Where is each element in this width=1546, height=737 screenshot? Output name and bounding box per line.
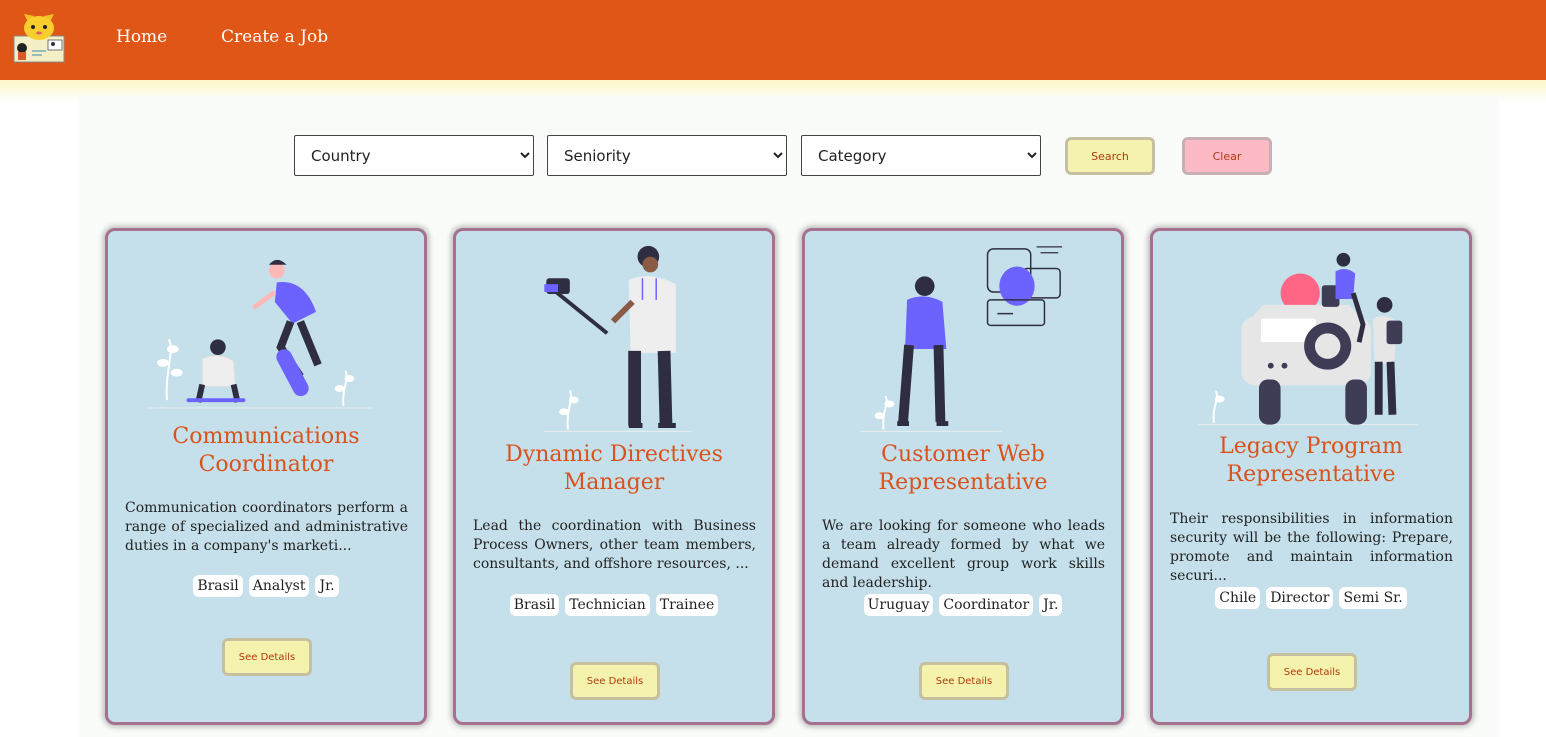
see-details-button[interactable]: See Details (222, 638, 312, 676)
seniority-tag: Coordinator (939, 594, 1034, 616)
job-tags: Brasil Analyst Jr. (138, 575, 394, 597)
jeep-travelers-illustration-icon (1198, 252, 1418, 426)
clear-button[interactable]: Clear (1182, 137, 1272, 175)
seniority-tag: Technician (565, 594, 650, 616)
category-select[interactable]: Category (801, 135, 1041, 176)
job-description: Communication coordinators perform a ran… (125, 500, 408, 554)
web-representative-illustration-icon (859, 246, 1063, 432)
level-tag: Jr. (315, 575, 339, 597)
level-tag: Trainee (655, 594, 719, 616)
seniority-tag: Director (1266, 587, 1334, 609)
job-description: Lead the coordination with Business Proc… (473, 518, 756, 572)
job-card: Customer Web Representative We are looki… (802, 228, 1124, 725)
job-card: Dynamic Directives Manager Lead the coor… (453, 228, 775, 725)
seniority-select[interactable]: Seniority (547, 135, 787, 176)
job-title: Dynamic Directives Manager (505, 442, 723, 495)
job-tags: Brasil Technician Trainee (486, 594, 742, 616)
country-tag: Chile (1215, 587, 1261, 609)
country-select[interactable]: Country (294, 135, 534, 176)
job-description: Their responsibilities in information se… (1170, 511, 1453, 584)
nav-create-job-link[interactable]: Create a Job (221, 27, 328, 47)
job-title: Legacy Program Representative (1219, 434, 1403, 487)
see-details-button[interactable]: See Details (1267, 653, 1357, 691)
job-title: Customer Web Representative (878, 442, 1048, 495)
cat-logo-icon[interactable] (12, 10, 66, 64)
country-tag: Brasil (193, 575, 243, 597)
seniority-tag: Analyst (248, 575, 310, 597)
videographer-illustration-icon (544, 245, 692, 432)
level-tag: Jr. (1039, 594, 1063, 616)
search-button[interactable]: Search (1065, 137, 1155, 175)
nav-home-link[interactable]: Home (116, 27, 167, 47)
country-tag: Uruguay (863, 594, 934, 616)
level-tag: Semi Sr. (1339, 587, 1407, 609)
job-card: Legacy Program Representative Their resp… (1150, 228, 1472, 725)
see-details-button[interactable]: See Details (570, 662, 660, 700)
job-tags: Chile Director Semi Sr. (1183, 587, 1439, 609)
see-details-button[interactable]: See Details (919, 662, 1009, 700)
job-description: We are looking for someone who leads a t… (822, 518, 1105, 591)
top-navbar: Home Create a Job (0, 0, 1546, 80)
job-card: Communications Coordinator Communication… (105, 228, 427, 725)
job-title: Communications Coordinator (172, 424, 360, 477)
country-tag: Brasil (509, 594, 560, 616)
job-tags: Uruguay Coordinator Jr. (835, 594, 1091, 616)
